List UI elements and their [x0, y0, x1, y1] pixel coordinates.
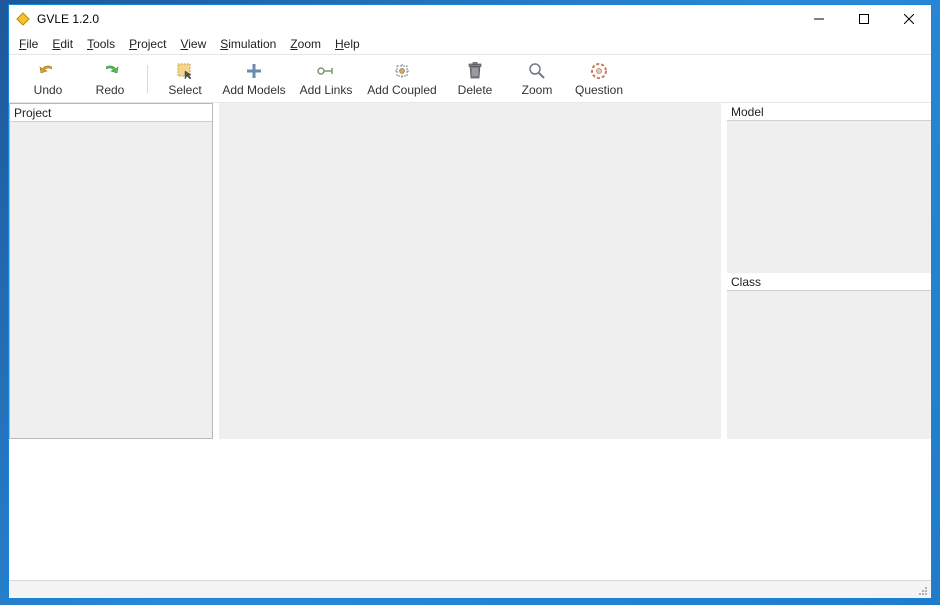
menu-tools[interactable]: Tools — [87, 37, 115, 51]
bottom-panel[interactable] — [9, 439, 931, 580]
delete-label: Delete — [458, 83, 493, 97]
work-row: Project Model Class — [9, 103, 931, 439]
question-icon — [589, 61, 609, 81]
add-models-button[interactable]: Add Models — [216, 57, 292, 101]
select-label: Select — [168, 83, 201, 97]
undo-icon — [38, 61, 58, 81]
add-links-button[interactable]: Add Links — [292, 57, 360, 101]
window-controls — [796, 5, 931, 33]
application-window: GVLE 1.2.0 File Edit Tools Project View … — [8, 4, 932, 599]
menu-zoom[interactable]: Zoom — [290, 37, 321, 51]
statusbar — [9, 580, 931, 598]
add-coupled-label: Add Coupled — [367, 83, 436, 97]
menu-view[interactable]: View — [180, 37, 206, 51]
menu-project[interactable]: Project — [129, 37, 166, 51]
add-coupled-button[interactable]: Add Coupled — [360, 57, 444, 101]
zoom-button[interactable]: Zoom — [506, 57, 568, 101]
zoom-icon — [527, 61, 547, 81]
toolbar-separator — [147, 65, 148, 93]
menu-edit[interactable]: Edit — [52, 37, 73, 51]
menu-simulation[interactable]: Simulation — [220, 37, 276, 51]
titlebar: GVLE 1.2.0 — [9, 5, 931, 33]
content-area: Project Model Class — [9, 103, 931, 580]
resize-grip-icon[interactable] — [915, 583, 929, 597]
redo-icon — [100, 61, 120, 81]
close-button[interactable] — [886, 5, 931, 33]
delete-icon — [465, 61, 485, 81]
add-links-label: Add Links — [300, 83, 353, 97]
maximize-button[interactable] — [841, 5, 886, 33]
add-coupled-icon — [392, 61, 412, 81]
menu-file[interactable]: File — [19, 37, 38, 51]
add-models-label: Add Models — [222, 83, 285, 97]
undo-button[interactable]: Undo — [17, 57, 79, 101]
project-panel-header: Project — [10, 104, 212, 122]
project-panel[interactable]: Project — [9, 103, 213, 439]
minimize-button[interactable] — [796, 5, 841, 33]
redo-button[interactable]: Redo — [79, 57, 141, 101]
class-panel[interactable]: Class — [727, 273, 931, 439]
right-column: Model Class — [727, 103, 931, 439]
zoom-label: Zoom — [522, 83, 553, 97]
question-label: Question — [575, 83, 623, 97]
window-title: GVLE 1.2.0 — [37, 12, 99, 26]
toolbar: Undo Redo Select Add Models — [9, 55, 931, 103]
question-button[interactable]: Question — [568, 57, 630, 101]
canvas-area[interactable] — [219, 103, 721, 439]
class-panel-header: Class — [727, 273, 931, 291]
select-icon — [175, 61, 195, 81]
redo-label: Redo — [96, 83, 125, 97]
menubar: File Edit Tools Project View Simulation … — [9, 33, 931, 55]
app-icon — [15, 11, 31, 27]
select-button[interactable]: Select — [154, 57, 216, 101]
menu-help[interactable]: Help — [335, 37, 360, 51]
model-panel-header: Model — [727, 103, 931, 121]
delete-button[interactable]: Delete — [444, 57, 506, 101]
add-links-icon — [316, 61, 336, 81]
model-panel[interactable]: Model — [727, 103, 931, 273]
undo-label: Undo — [34, 83, 63, 97]
add-models-icon — [244, 61, 264, 81]
